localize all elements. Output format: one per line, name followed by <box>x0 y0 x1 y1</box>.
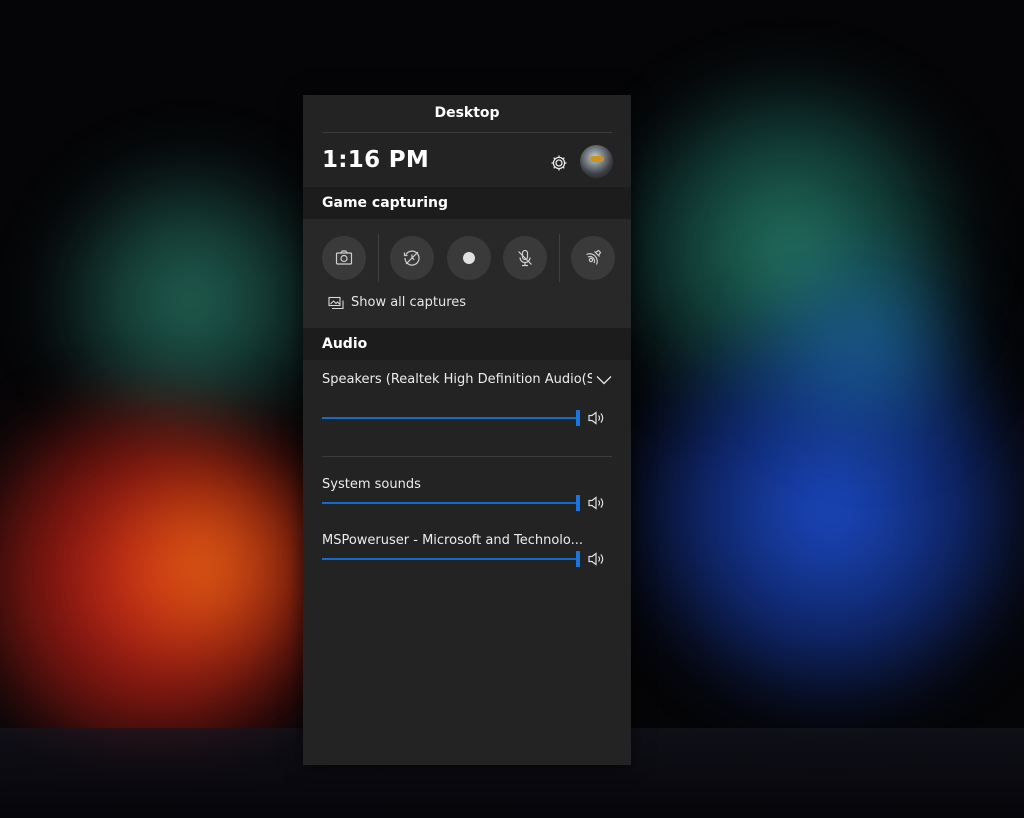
gear-icon[interactable] <box>547 151 571 175</box>
speaker-icon[interactable] <box>587 410 605 426</box>
audio-device-dropdown[interactable]: Speakers (Realtek High Definition Audio(… <box>322 372 614 392</box>
avatar-visor <box>590 156 604 162</box>
chevron-down-icon <box>596 376 612 385</box>
mspoweruser-track[interactable] <box>322 558 578 560</box>
master-volume-track[interactable] <box>322 417 578 419</box>
app-volume-label-system: System sounds <box>322 477 421 492</box>
record-last-button[interactable] <box>390 236 434 280</box>
audio-header: Audio <box>303 328 631 360</box>
master-volume-thumb[interactable] <box>576 410 580 426</box>
record-button[interactable] <box>447 236 491 280</box>
broadcast-button[interactable] <box>571 236 615 280</box>
capture-separator-2 <box>559 234 560 282</box>
audio-divider <box>322 456 612 457</box>
gallery-icon <box>328 296 344 309</box>
capture-controls: Show all captures <box>303 219 631 328</box>
audio-device-name: Speakers (Realtek High Definition Audio(… <box>322 372 592 387</box>
show-all-captures-link[interactable]: Show all captures <box>328 295 466 310</box>
record-history-icon <box>403 250 420 266</box>
app-volume-label-mspoweruser: MSPoweruser - Microsoft and Technolo... <box>322 533 582 548</box>
speaker-icon[interactable] <box>587 495 605 511</box>
mspoweruser-volume-slider[interactable] <box>322 549 614 569</box>
screenshot-button[interactable] <box>322 236 366 280</box>
record-dot-icon <box>463 252 475 264</box>
clock-time: 1:16 PM <box>322 147 430 173</box>
time-row: 1:16 PM <box>303 133 631 187</box>
game-capturing-header: Game capturing <box>303 187 631 219</box>
wallpaper-burst-teal <box>740 230 1000 460</box>
game-bar-panel: Desktop 1:16 PM Game capturing Show all … <box>303 95 631 765</box>
system-sounds-thumb[interactable] <box>576 495 580 511</box>
panel-title: Desktop <box>434 105 500 121</box>
master-volume-slider[interactable] <box>322 408 614 428</box>
show-all-captures-label: Show all captures <box>351 295 467 310</box>
mspoweruser-thumb[interactable] <box>576 551 580 567</box>
system-sounds-track[interactable] <box>322 502 578 504</box>
wallpaper-burst-orange <box>80 450 330 680</box>
camera-icon <box>335 250 353 265</box>
mic-toggle-button[interactable] <box>503 236 547 280</box>
audio-section: Speakers (Realtek High Definition Audio(… <box>303 360 631 730</box>
mic-off-icon <box>518 249 532 267</box>
system-sounds-volume-slider[interactable] <box>322 493 614 513</box>
broadcast-icon <box>586 249 602 265</box>
capture-separator <box>378 234 379 282</box>
user-avatar[interactable] <box>580 145 613 178</box>
speaker-icon[interactable] <box>587 551 605 567</box>
